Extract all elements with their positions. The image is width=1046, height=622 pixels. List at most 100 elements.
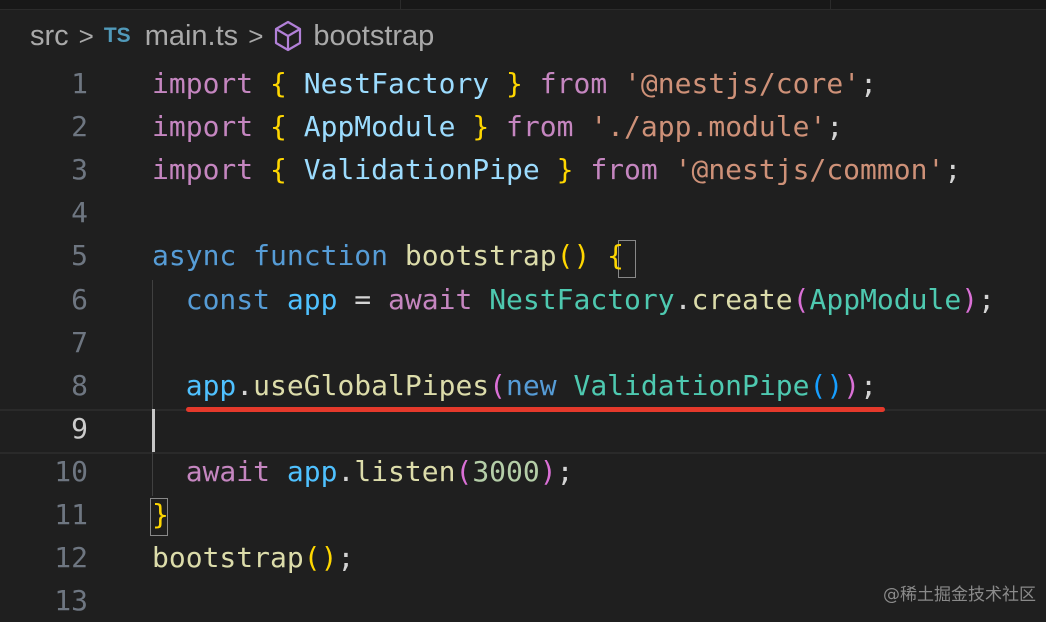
code-token: = <box>337 282 389 316</box>
line-number: 8 <box>71 368 88 402</box>
line-number: 4 <box>71 196 88 230</box>
code-token: ( <box>792 282 810 316</box>
line-number: 3 <box>71 153 88 187</box>
code-line[interactable]: } <box>152 493 169 536</box>
code-token: { <box>607 239 625 273</box>
code-token: import <box>152 110 254 144</box>
code-token: async <box>152 239 237 273</box>
code-token: . <box>337 454 355 488</box>
code-token: () <box>809 368 844 402</box>
code-token: './app.module' <box>590 110 827 144</box>
code-token: useGlobalPipes <box>253 368 490 402</box>
breadcrumb-symbol[interactable]: bootstrap <box>313 20 434 53</box>
line-number: 2 <box>71 110 88 144</box>
code-token: const <box>185 282 271 316</box>
red-underline-annotation <box>186 407 885 412</box>
breadcrumb-file[interactable]: main.ts <box>145 20 238 53</box>
line-number: 10 <box>54 454 88 488</box>
code-line[interactable]: import { NestFactory } from '@nestjs/cor… <box>152 62 877 105</box>
code-token: ; <box>826 110 844 144</box>
code-token: ; <box>337 541 355 575</box>
cube-icon <box>275 20 302 52</box>
code-token: ValidationPipe <box>573 368 810 402</box>
code-token: ( <box>489 368 507 402</box>
code-line[interactable]: import { AppModule } from './app.module'… <box>152 105 843 148</box>
code-token: app <box>185 368 237 402</box>
code-line[interactable]: import { ValidationPipe } from '@nestjs/… <box>152 148 961 191</box>
code-token: } <box>472 110 490 144</box>
tab-bar <box>0 0 1046 10</box>
code-token: NestFactory <box>489 282 675 316</box>
line-number: 11 <box>54 498 88 531</box>
code-token: ; <box>556 454 574 488</box>
line-number: 7 <box>71 325 88 359</box>
code-line[interactable]: async function bootstrap() { <box>152 234 624 277</box>
code-line[interactable]: const app = await NestFactory.create(App… <box>152 278 995 321</box>
code-token: '@nestjs/common' <box>674 153 945 187</box>
code-token: 3000 <box>472 454 540 488</box>
code-token: import <box>152 153 254 187</box>
code-token: from <box>506 110 574 144</box>
code-token: { <box>270 67 287 100</box>
code-token: app <box>286 454 338 488</box>
code-token: AppModule <box>286 110 473 144</box>
tab-divider <box>830 0 831 9</box>
cursor <box>152 409 155 452</box>
code-token: ; <box>944 153 962 187</box>
code-token: } <box>506 67 523 100</box>
line-number: 9 <box>71 411 88 445</box>
code-token: import <box>152 67 254 100</box>
code-token: AppModule <box>809 282 962 316</box>
current-line-highlight <box>0 409 1046 454</box>
watermark: @稀土掘金技术社区 <box>883 585 1036 605</box>
code-token: () <box>556 239 591 273</box>
code-line[interactable]: app.useGlobalPipes(new ValidationPipe())… <box>152 364 877 407</box>
typescript-file-icon: TS <box>103 24 131 47</box>
code-token: await <box>388 282 473 316</box>
line-number: 12 <box>54 541 88 575</box>
breadcrumb: src > TS main.ts > bootstrap <box>30 16 434 56</box>
code-token: new <box>506 368 557 402</box>
code-token: function <box>253 239 389 273</box>
line-number: 13 <box>54 584 88 618</box>
code-token: ) <box>843 368 861 402</box>
code-token: ) <box>539 454 557 488</box>
code-token: from <box>590 153 658 187</box>
line-number: 6 <box>71 282 88 316</box>
code-token: } <box>152 498 169 531</box>
code-token: NestFactory <box>286 67 507 100</box>
code-token: . <box>236 368 254 402</box>
code-token: () <box>303 541 338 575</box>
code-line[interactable]: await app.listen(3000); <box>152 450 574 493</box>
code-token: ValidationPipe <box>286 153 557 187</box>
breadcrumb-folder[interactable]: src <box>30 20 69 53</box>
tab-divider <box>400 0 401 9</box>
code-token: ; <box>860 368 877 402</box>
code-token: bootstrap <box>152 541 304 575</box>
code-token: app <box>286 282 338 316</box>
code-token: '@nestjs/core' <box>624 67 861 100</box>
code-token: ; <box>978 282 995 316</box>
code-token: ; <box>860 67 877 100</box>
code-token: listen <box>354 454 456 488</box>
chevron-right-icon: > <box>248 20 264 51</box>
code-line[interactable]: bootstrap(); <box>152 536 354 579</box>
